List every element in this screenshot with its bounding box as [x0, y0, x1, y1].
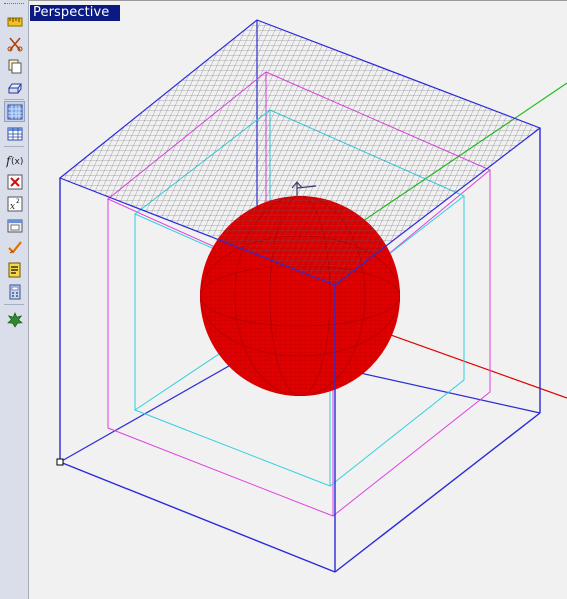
corner-handle[interactable] — [56, 458, 64, 466]
viewport-label[interactable]: Perspective — [30, 5, 120, 21]
scene-3d — [56, 19, 567, 573]
top-mesh-surface — [58, 19, 542, 286]
